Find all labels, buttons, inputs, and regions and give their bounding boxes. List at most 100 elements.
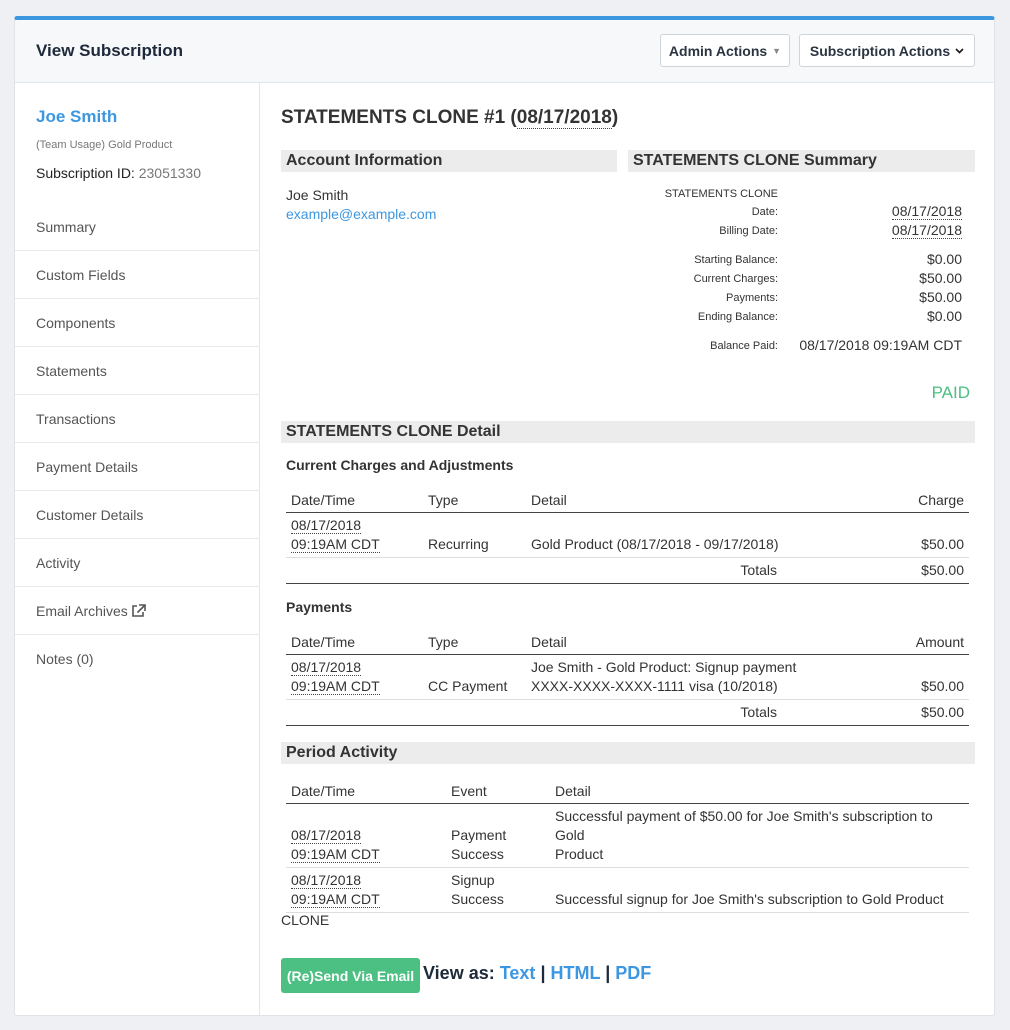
subscription-actions-button[interactable]: Subscription Actions [799, 34, 975, 67]
account-name: Joe Smith [286, 187, 349, 203]
sidebar-item-components[interactable]: Components [15, 299, 260, 347]
subscription-id-label: Subscription ID: [36, 165, 135, 181]
totals-label: Totals [526, 557, 879, 584]
totals-value: $50.00 [879, 557, 969, 584]
statement-title-date: 08/17/2018 [516, 107, 612, 129]
card-header: View Subscription Admin Actions ▼ Subscr… [15, 20, 994, 83]
summary-header: STATEMENTS CLONE Summary [628, 150, 975, 172]
charges-header: Current Charges and Adjustments [286, 457, 514, 473]
row-event: Signup Success [446, 867, 550, 913]
subscription-id-value: 23051330 [138, 165, 202, 181]
sidebar-item-label: Activity [36, 554, 81, 571]
totals-row: Totals $50.00 [286, 699, 969, 726]
totals-row: Totals $50.00 [286, 557, 969, 584]
view-as-separator: | [540, 963, 546, 983]
sidebar-item-payment-details[interactable]: Payment Details [15, 443, 260, 491]
sidebar-item-label: Payment Details [36, 458, 138, 475]
sidebar-item-custom-fields[interactable]: Custom Fields [15, 251, 260, 299]
column-header: Amount [879, 628, 969, 655]
starting-balance-value: $0.00 [926, 251, 962, 267]
admin-actions-button[interactable]: Admin Actions ▼ [660, 34, 790, 67]
date-time-cell: 08/17/2018 09:19AM CDT [286, 654, 423, 700]
sidebar-item-customer-details[interactable]: Customer Details [15, 491, 260, 539]
column-header: Charge [879, 486, 969, 513]
sidebar-item-label: Customer Details [36, 506, 144, 523]
table-row: 08/17/2018 09:19AM CDT CC Payment Joe Smi… [286, 654, 969, 700]
resend-email-button[interactable]: (Re)Send Via Email [281, 958, 420, 993]
view-as-label: View as: [423, 963, 495, 983]
column-header: Date/Time [286, 486, 423, 513]
sidebar-item-label: Custom Fields [36, 266, 126, 283]
column-header: Type [423, 486, 526, 513]
statement-title-prefix: STATEMENTS CLONE #1 ( [281, 107, 517, 128]
customer-name-link[interactable]: Joe Smith [36, 107, 117, 127]
view-as-text-link[interactable]: Text [500, 963, 536, 983]
payments-header: Payments [286, 599, 353, 615]
column-header: Type [423, 628, 526, 655]
row-time: 09:19AM CDT [291, 890, 380, 908]
sidebar-item-label: Transactions [36, 410, 116, 427]
row-detail-line2: XXXX-XXXX-XXXX-1111 visa (10/2018) [531, 677, 778, 694]
column-header: Detail [550, 777, 969, 804]
current-charges-label: Current Charges: [693, 273, 778, 285]
row-event-line1: Payment [451, 826, 507, 843]
date-time-cell: 08/17/2018 09:19AM CDT [286, 512, 423, 558]
table-row: 08/17/2018 09:19AM CDT Payment Success Suc… [286, 803, 969, 868]
subscription-actions-label: Subscription Actions [809, 42, 951, 59]
row-date: 08/17/2018 [291, 826, 362, 844]
footer-note: CLONE [281, 912, 330, 928]
row-time: 09:19AM CDT [291, 535, 380, 553]
view-as-html-link[interactable]: HTML [551, 963, 601, 983]
summary-date-value: 08/17/2018 [891, 203, 962, 220]
summary-kind-label: STATEMENTS CLONE [664, 188, 778, 200]
sidebar-item-label: Email Archives [36, 602, 128, 619]
row-detail-line2: Product [555, 845, 604, 862]
sidebar-item-email-archives[interactable]: Email Archives [15, 587, 260, 635]
payments-label: Payments: [726, 292, 778, 304]
row-amount: $50.00 [879, 512, 969, 558]
statement-title-suffix: ) [611, 107, 619, 128]
subscription-card: View Subscription Admin Actions ▼ Subscr… [14, 16, 995, 1016]
sidebar-item-statements[interactable]: Statements [15, 347, 260, 395]
row-detail-line1: Successful payment of $50.00 for Joe Smi… [555, 807, 933, 843]
sidebar-item-label: Notes (0) [36, 651, 94, 667]
column-header: Date/Time [286, 628, 423, 655]
column-header: Date/Time [286, 777, 446, 804]
summary-billing-date-value: 08/17/2018 [891, 222, 962, 239]
table-row: 08/17/2018 09:19AM CDT Signup Success Suc… [286, 867, 969, 913]
sidebar-item-notes[interactable]: Notes (0) [15, 635, 260, 683]
date-time-cell: 08/17/2018 09:19AM CDT [286, 803, 446, 868]
row-detail: Joe Smith - Gold Product: Signup payment… [526, 654, 879, 700]
sidebar-item-summary[interactable]: Summary [15, 203, 260, 251]
row-type: Recurring [423, 512, 526, 558]
summary-date: 08/17/2018 [891, 203, 962, 220]
period-activity-header: Period Activity [281, 742, 975, 764]
row-amount: $50.00 [879, 654, 969, 700]
balance-paid-value: 08/17/2018 09:19AM CDT [799, 337, 962, 353]
row-type: CC Payment [423, 654, 526, 700]
sidebar-item-label: Statements [36, 362, 107, 379]
balance-paid-label: Balance Paid: [710, 340, 778, 352]
view-as: View as: Text | HTML | PDF [423, 963, 651, 984]
table-row: 08/17/2018 09:19AM CDT Recurring Gold Pro… [286, 512, 969, 558]
account-email-link[interactable]: example@example.com [286, 206, 436, 222]
column-header: Event [446, 777, 550, 804]
view-as-pdf-link[interactable]: PDF [615, 963, 651, 983]
sidebar-item-activity[interactable]: Activity [15, 539, 260, 587]
view-as-separator: | [605, 963, 611, 983]
ending-balance-label: Ending Balance: [697, 311, 778, 323]
statement-title: STATEMENTS CLONE #1 (08/17/2018) [281, 107, 618, 129]
page-title: View Subscription [36, 41, 184, 60]
ending-balance-value: $0.00 [926, 308, 962, 324]
paid-status: PAID [931, 383, 970, 402]
current-charges-value: $50.00 [919, 270, 962, 286]
payments-table: Date/Time Type Detail Amount 08/17/2018 0… [286, 628, 969, 726]
account-information-header: Account Information [281, 150, 617, 172]
column-header: Detail [526, 486, 879, 513]
sidebar-item-transactions[interactable]: Transactions [15, 395, 260, 443]
starting-balance-label: Starting Balance: [694, 254, 778, 266]
column-header: Detail [526, 628, 879, 655]
row-event: Payment Success [446, 803, 550, 868]
period-activity-table: Date/Time Event Detail 08/17/2018 09:19AM… [286, 777, 969, 913]
customer-product: (Team Usage) Gold Product [36, 139, 173, 151]
